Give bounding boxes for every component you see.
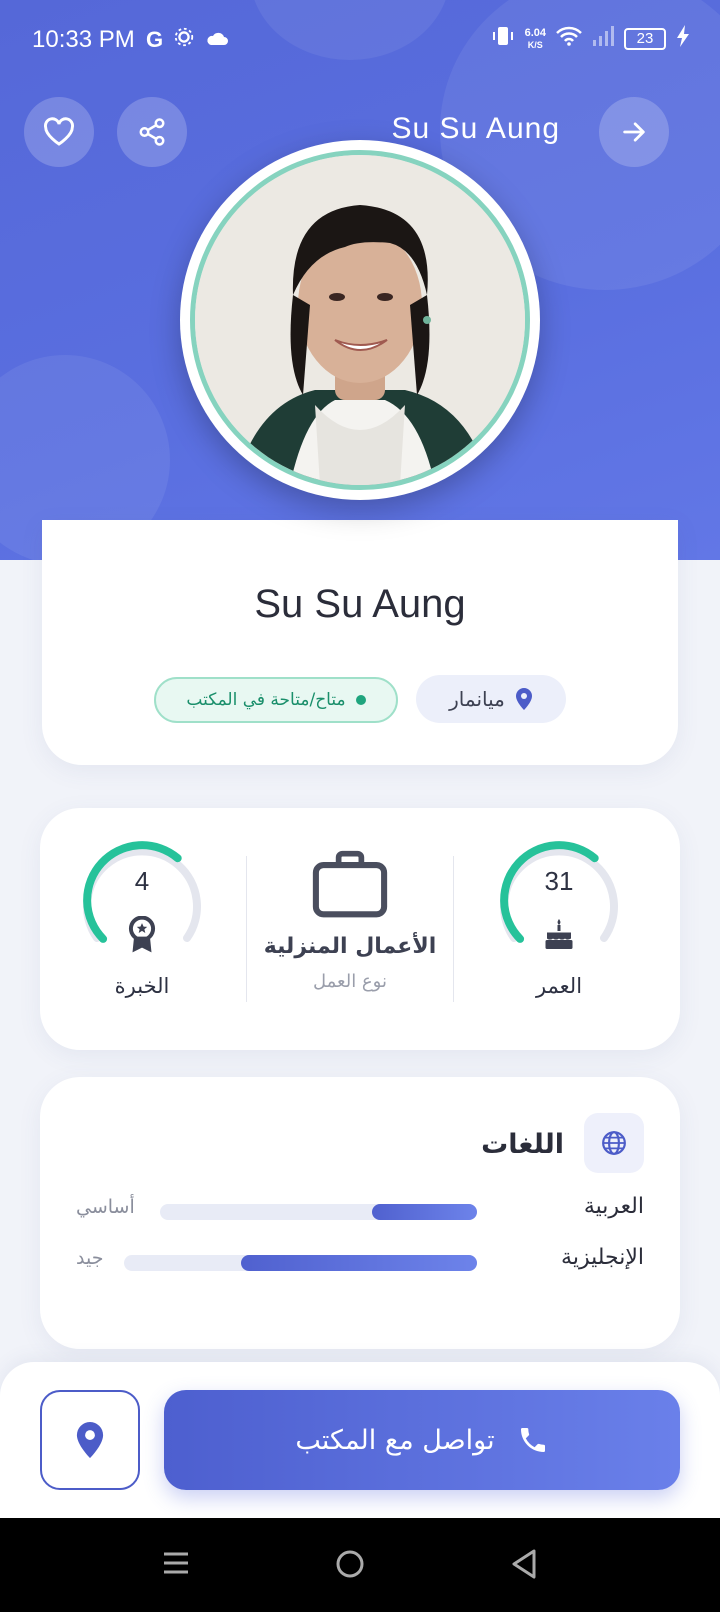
age-value: 31	[544, 866, 574, 896]
status-time: 10:33 PM	[32, 26, 135, 53]
vibrate-icon	[491, 24, 515, 54]
location-pin-icon	[515, 688, 532, 710]
divider	[246, 856, 247, 1002]
back-triangle-icon	[512, 1549, 536, 1579]
language-name: العربية	[583, 1194, 644, 1219]
availability-label: متاح/متاحة في المكتب	[186, 690, 346, 710]
experience-label: الخبرة	[114, 974, 170, 998]
language-level: جيد	[76, 1247, 104, 1269]
share-button[interactable]	[117, 97, 187, 167]
heart-icon	[44, 117, 74, 146]
language-level: أساسي	[76, 1196, 135, 1218]
language-row: الإنجليزية جيد	[40, 1245, 680, 1275]
profile-card: Su Su Aung ميانمار متاح/متاحة في المكتب	[42, 520, 678, 765]
language-level-fill	[240, 1255, 477, 1271]
languages-title: اللغات	[481, 1129, 564, 1160]
languages-card: اللغات العربية أساسي الإنجليزية جيد	[40, 1077, 680, 1349]
network-speed: 6.04 K/S	[524, 27, 546, 50]
briefcase-icon	[312, 850, 388, 918]
stat-job-type: الأعمال المنزلية نوع العمل	[252, 848, 448, 992]
experience-value: 4	[134, 866, 150, 896]
map-location-button[interactable]	[40, 1390, 140, 1490]
job-type-label: نوع العمل	[313, 971, 387, 992]
wifi-icon	[556, 26, 582, 52]
status-dot	[355, 695, 366, 705]
job-type-value: الأعمال المنزلية	[263, 934, 437, 959]
bottom-action-panel: تواصل مع المكتب	[0, 1362, 720, 1518]
charging-icon	[676, 25, 690, 53]
stat-experience: 4 الخبرة	[77, 840, 207, 998]
header-name: Su Su Aung	[391, 112, 560, 145]
location-chip: ميانمار	[416, 675, 566, 723]
phone-icon	[520, 1428, 545, 1452]
contact-office-label: تواصل مع المكتب	[295, 1424, 495, 1456]
language-level-fill	[372, 1204, 477, 1220]
divider	[453, 856, 454, 1002]
location-label: ميانمار	[449, 687, 505, 711]
favorite-button[interactable]	[24, 97, 94, 167]
language-name: الإنجليزية	[561, 1245, 644, 1270]
availability-chip: متاح/متاحة في المكتب	[154, 677, 398, 723]
profile-name: Su Su Aung	[254, 582, 466, 626]
system-nav-bar	[0, 1518, 720, 1612]
language-row: العربية أساسي	[40, 1194, 680, 1224]
stats-card: 31 العمر الأعمال المنزلية نوع العمل 4 ال…	[40, 808, 680, 1050]
award-icon	[128, 916, 156, 953]
arrow-right-icon	[623, 122, 645, 142]
google-icon: G	[146, 27, 164, 52]
share-icon	[139, 118, 165, 146]
age-label: العمر	[535, 974, 583, 998]
settings-icon	[173, 26, 195, 54]
home-button[interactable]	[334, 1548, 366, 1584]
cloud-icon	[205, 28, 229, 53]
profile-photo	[190, 150, 530, 490]
globe-badge	[584, 1113, 644, 1173]
menu-icon	[164, 1552, 188, 1574]
language-level-bar	[124, 1255, 477, 1271]
avatar	[180, 140, 540, 500]
stat-age: 31 العمر	[494, 840, 624, 998]
location-pin-icon	[76, 1422, 104, 1458]
battery-icon: 23	[624, 28, 666, 50]
forward-button[interactable]	[599, 97, 669, 167]
globe-icon	[602, 1131, 626, 1155]
language-level-bar	[160, 1204, 477, 1220]
cake-icon	[545, 919, 573, 949]
home-circle-icon	[336, 1550, 364, 1578]
back-button[interactable]	[510, 1548, 538, 1584]
status-bar: 10:33 PM G 6.04 K/S 23	[0, 0, 720, 80]
contact-office-button[interactable]: تواصل مع المكتب	[164, 1390, 680, 1490]
recent-apps-button[interactable]	[162, 1548, 190, 1582]
signal-icon	[592, 26, 614, 52]
